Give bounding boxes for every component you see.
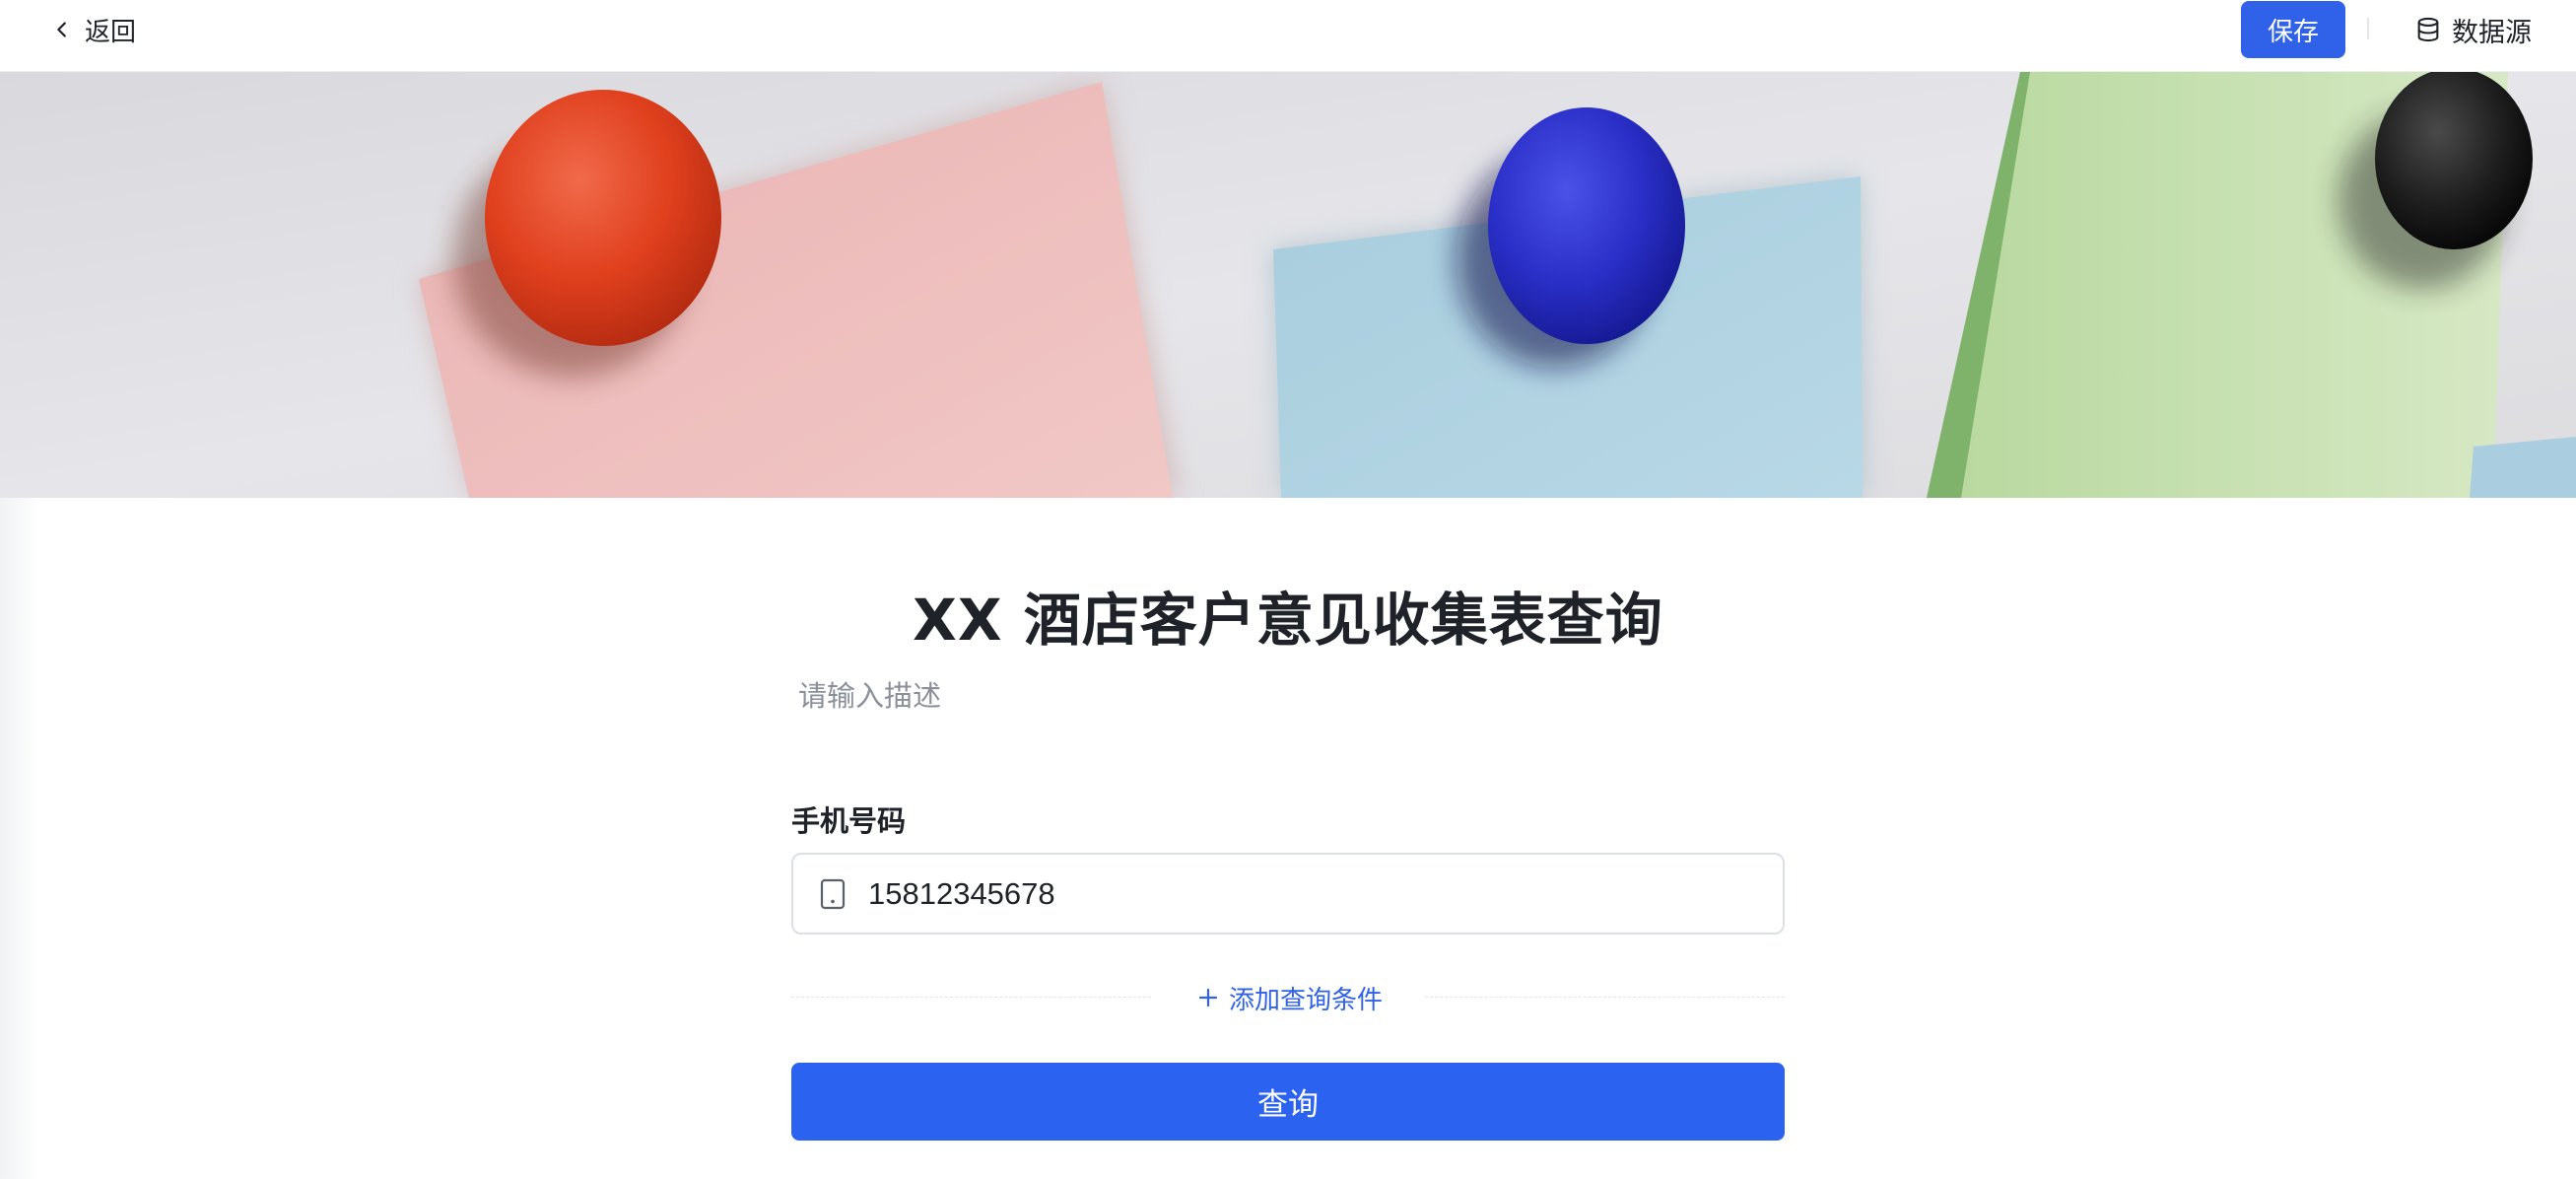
query-button[interactable]: 查询 xyxy=(791,1063,1785,1141)
back-label: 返回 xyxy=(85,17,137,47)
divider-left xyxy=(791,997,1151,998)
phone-input[interactable]: 15812345678 xyxy=(791,853,1785,935)
mobile-phone-icon xyxy=(820,878,846,909)
back-button[interactable]: 返回 xyxy=(51,10,136,49)
add-query-condition-button[interactable]: 添加查询条件 xyxy=(1197,976,1383,1019)
form-title: XX 酒店客户意见收集表查询 xyxy=(913,587,1663,654)
phone-input-value[interactable]: 15812345678 xyxy=(868,876,1055,912)
database-icon xyxy=(2417,17,2439,42)
add-condition-label: 添加查询条件 xyxy=(1229,985,1384,1015)
add-condition-row: 添加查询条件 xyxy=(791,976,1785,1019)
form-description[interactable]: 请输入描述 xyxy=(798,673,941,715)
datasource-label: 数据源 xyxy=(2452,17,2532,48)
top-toolbar: 返回 保存 数据源 xyxy=(0,0,2576,72)
phone-field-label: 手机号码 xyxy=(791,804,907,838)
save-button[interactable]: 保存 xyxy=(2241,1,2345,58)
chevron-left-icon xyxy=(57,22,66,37)
datasource-button[interactable]: 数据源 xyxy=(2414,10,2532,49)
plus-icon xyxy=(1198,988,1218,1007)
divider-right xyxy=(1425,997,1785,998)
sticky-notes-illustration xyxy=(0,72,2576,498)
header-banner-image xyxy=(0,72,2576,498)
toolbar-divider xyxy=(2367,18,2369,39)
